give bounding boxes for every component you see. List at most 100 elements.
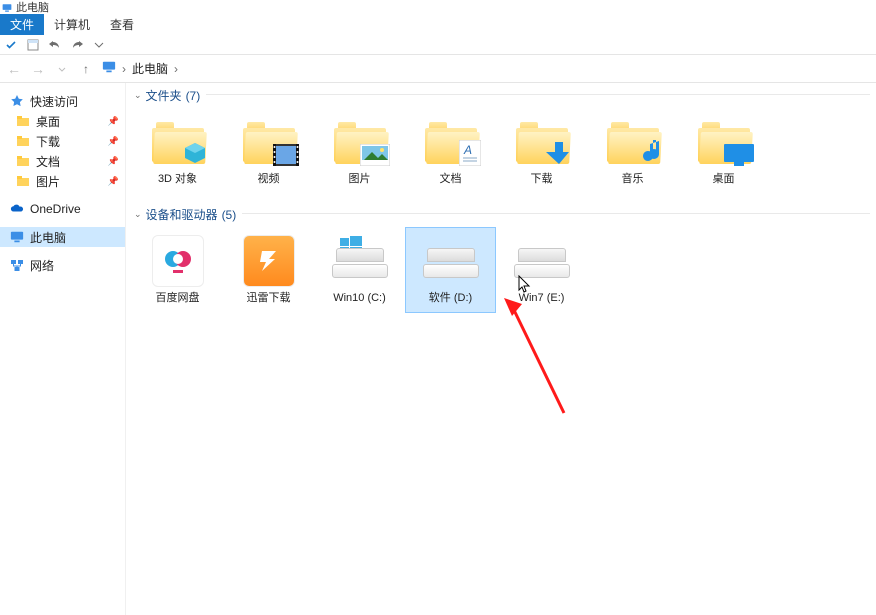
sidebar-item-label: 文档 [36,153,60,170]
section-title: 文件夹 [146,87,182,104]
sidebar-thispc[interactable]: 此电脑 [0,227,125,247]
nav-back-icon[interactable]: ← [6,61,22,77]
quick-access-toolbar [0,35,876,55]
item-label: 迅雷下载 [247,292,291,305]
folder-icon [16,134,30,148]
xunlei-icon [237,232,301,290]
folder-documents-icon: A [419,113,483,171]
navigation-pane: 快速访问 桌面 📌 下载 📌 文档 📌 图片 📌 [0,83,126,615]
nav-recent-dropdown-icon[interactable] [54,61,70,77]
folder-videos-icon [237,113,301,171]
item-label: 软件 (D:) [429,292,472,305]
item-label: 图片 [349,173,371,186]
qat-dropdown-icon[interactable] [92,38,106,52]
sidebar-item-label: 快速访问 [30,93,78,110]
tab-computer[interactable]: 计算机 [44,14,100,35]
section-header-devices[interactable]: ⌄ 设备和驱动器 (5) [126,202,236,225]
thispc-icon [10,230,24,244]
item-label: Win10 (C:) [333,292,386,305]
sidebar-network[interactable]: 网络 [0,255,125,275]
svg-text:A: A [463,143,472,157]
drive-d-icon [419,232,483,290]
chevron-right-icon: › [174,62,178,76]
nav-up-icon[interactable]: ↑ [78,62,94,76]
folder-3d-objects[interactable]: 3D 对象 [132,108,223,194]
sidebar-item-label: 下载 [36,133,60,150]
folder-icon [16,174,30,188]
thispc-icon [102,60,116,77]
folder-music[interactable]: 音乐 [587,108,678,194]
tab-file[interactable]: 文件 [0,14,44,35]
pin-icon: 📌 [108,176,119,187]
folder-music-icon [601,113,665,171]
drive-e-icon [510,232,574,290]
item-label: 下载 [531,173,553,186]
section-divider [242,213,870,214]
baidu-netdisk-icon [146,232,210,290]
window-title: 此电脑 [16,0,49,15]
folder-documents[interactable]: A 文档 [405,108,496,194]
chevron-right-icon: › [122,62,126,76]
folder-icon [16,154,30,168]
star-icon [10,94,24,108]
item-label: 文档 [440,173,462,186]
sidebar-item-label: 桌面 [36,113,60,130]
sidebar-onedrive[interactable]: OneDrive [0,199,125,219]
chevron-down-icon: ⌄ [134,209,142,220]
folder-videos[interactable]: 视频 [223,108,314,194]
folder-icon [16,114,30,128]
sidebar-item-label: 图片 [36,173,60,190]
item-label: 百度网盘 [156,292,200,305]
drive-e[interactable]: Win7 (E:) [496,227,587,313]
folder-pictures[interactable]: 图片 [314,108,405,194]
item-label: Win7 (E:) [519,292,565,305]
device-xunlei[interactable]: 迅雷下载 [223,227,314,313]
breadcrumb-location[interactable]: 此电脑 [132,60,168,77]
tab-view[interactable]: 查看 [100,14,144,35]
folder-pictures-icon [328,113,392,171]
drive-c-icon [328,232,392,290]
pin-icon: 📌 [108,156,119,167]
section-count: (5) [222,208,237,222]
ribbon-tabs: 文件 计算机 查看 [0,14,876,35]
sidebar-quick-access[interactable]: 快速访问 [0,91,125,111]
cloud-icon [10,202,24,216]
folder-downloads[interactable]: 下载 [496,108,587,194]
sidebar-item-pictures[interactable]: 图片 📌 [0,171,125,191]
device-baidu-netdisk[interactable]: 百度网盘 [132,227,223,313]
folder-3d-icon [146,113,210,171]
drive-d[interactable]: 软件 (D:) [405,227,496,313]
chevron-down-icon: ⌄ [134,90,142,101]
network-icon [10,258,24,272]
sidebar-item-documents[interactable]: 文档 📌 [0,151,125,171]
item-label: 音乐 [622,173,644,186]
folders-grid: 3D 对象 视频 图片 [126,106,876,202]
checkmark-icon[interactable] [4,38,18,52]
undo-icon[interactable] [48,38,62,52]
content-pane: ⌄ 文件夹 (7) 3D 对象 [126,83,876,615]
section-title: 设备和驱动器 [146,206,218,223]
devices-grid: 百度网盘 迅雷下载 Win10 (C:) [126,225,876,321]
breadcrumb[interactable]: › 此电脑 › [102,60,870,77]
sidebar-item-label: 网络 [30,257,54,274]
pin-icon: 📌 [108,116,119,127]
folder-downloads-icon [510,113,574,171]
section-divider [206,94,870,95]
folder-desktop-icon [692,113,756,171]
title-bar: 此电脑 [0,0,876,14]
item-label: 3D 对象 [158,173,197,186]
folder-desktop[interactable]: 桌面 [678,108,769,194]
item-label: 桌面 [713,173,735,186]
drive-c[interactable]: Win10 (C:) [314,227,405,313]
sidebar-item-label: OneDrive [30,202,81,216]
section-count: (7) [186,89,201,103]
pin-icon: 📌 [108,136,119,147]
sidebar-item-label: 此电脑 [30,229,66,246]
nav-forward-icon[interactable]: → [30,61,46,77]
navigation-bar: ← → ↑ › 此电脑 › [0,55,876,83]
properties-icon[interactable] [26,38,40,52]
section-header-folders[interactable]: ⌄ 文件夹 (7) [126,83,200,106]
sidebar-item-desktop[interactable]: 桌面 📌 [0,111,125,131]
sidebar-item-downloads[interactable]: 下载 📌 [0,131,125,151]
redo-icon[interactable] [70,38,84,52]
